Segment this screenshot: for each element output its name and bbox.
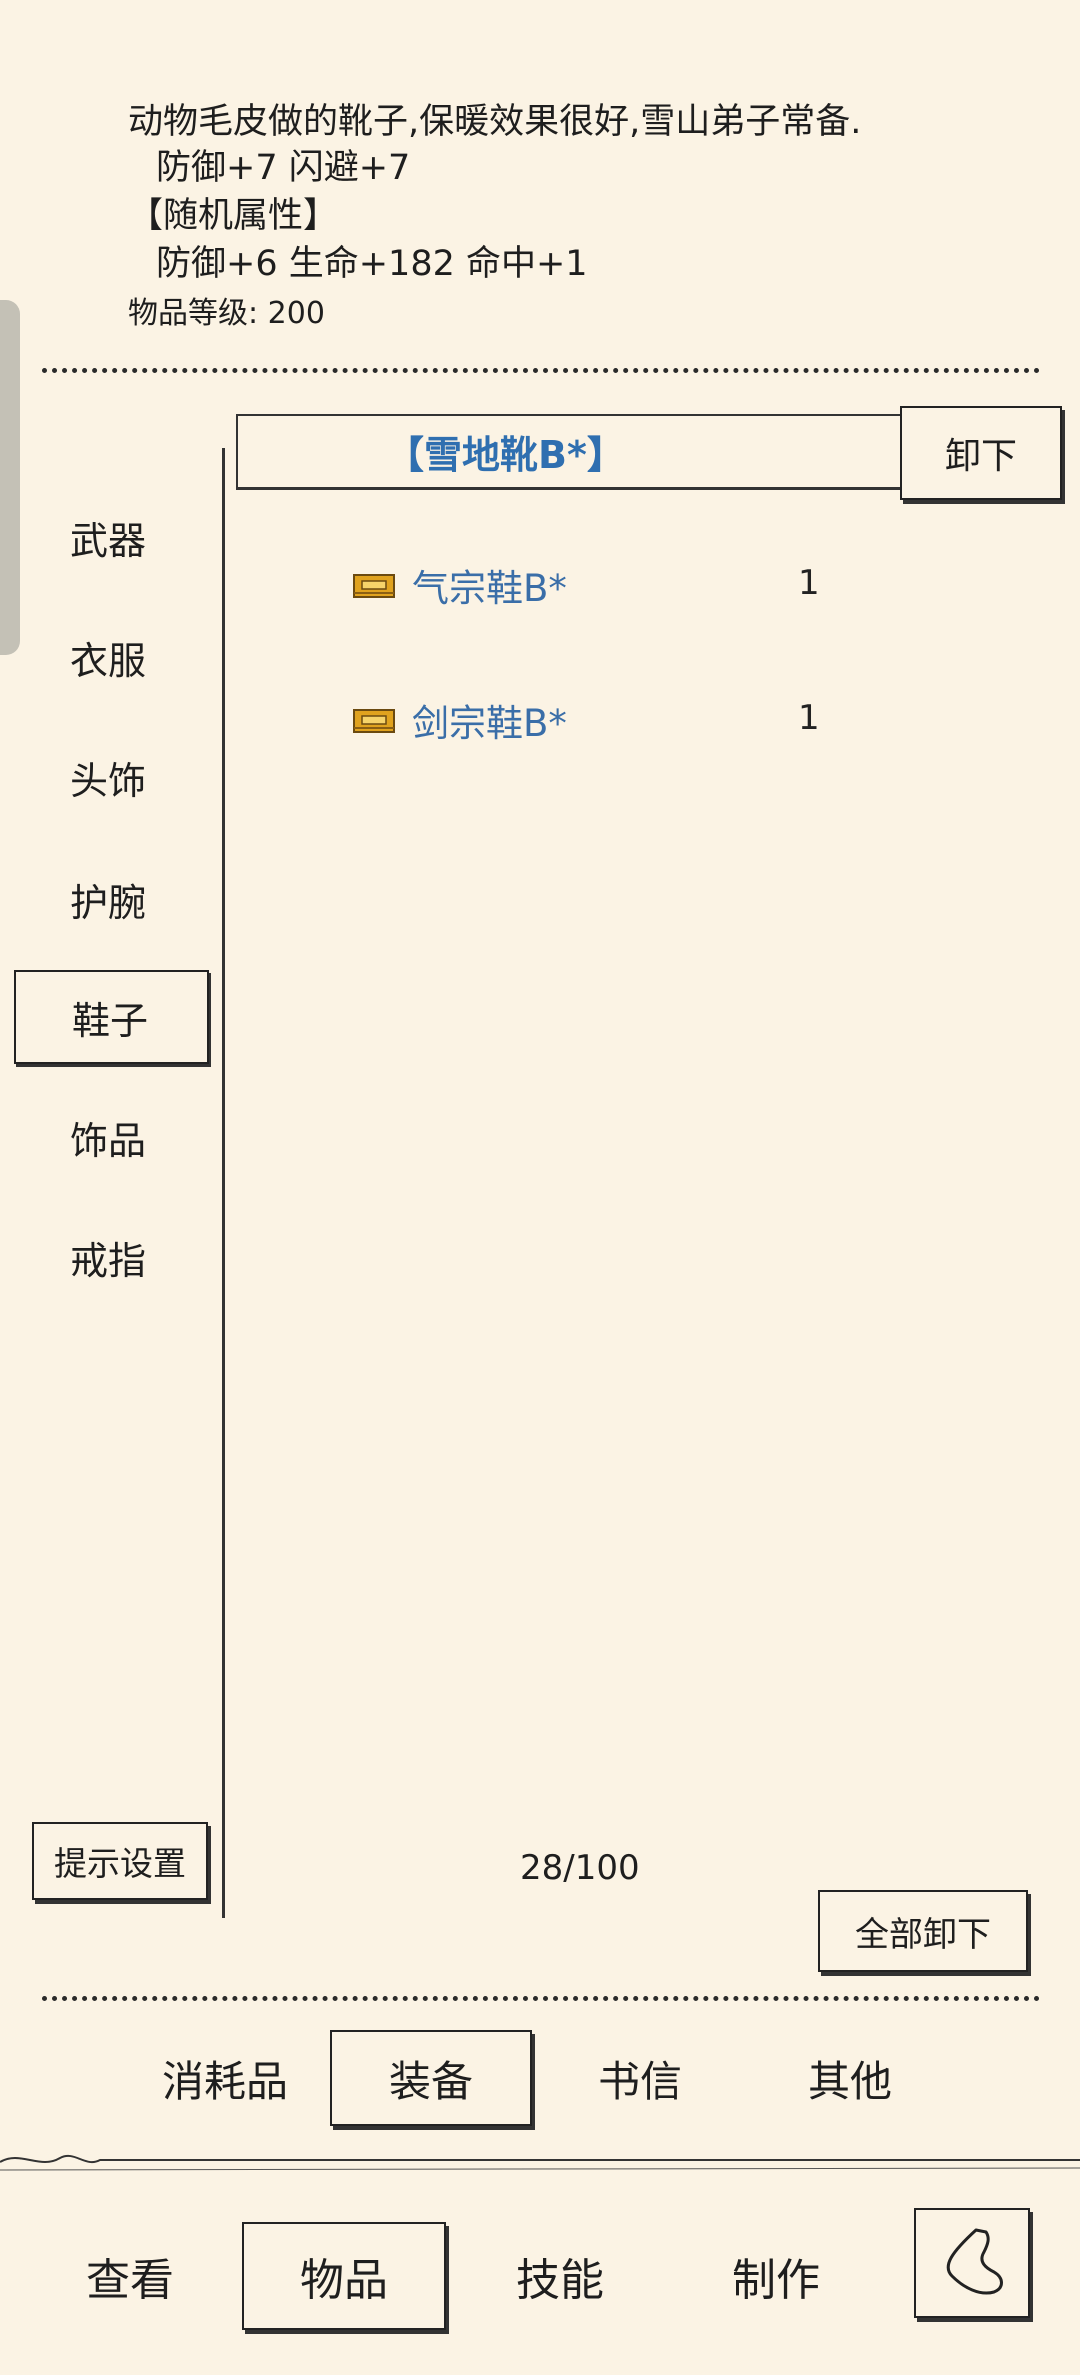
tab-letters[interactable]: 书信	[550, 2030, 730, 2126]
inventory-capacity: 28/100	[520, 1848, 640, 1888]
unequip-all-button[interactable]: 全部卸下	[818, 1890, 1028, 1972]
category-headwear[interactable]: 头饰	[14, 730, 209, 824]
item-quantity: 1	[798, 698, 820, 738]
equipped-item-name: 【雪地靴B*】	[386, 433, 625, 477]
item-random-stats: 防御+6 生命+182 命中+1	[156, 244, 588, 284]
tab-craft[interactable]: 制作	[686, 2222, 866, 2330]
boot-icon	[353, 574, 395, 598]
edge-drawer-handle[interactable]	[0, 300, 20, 655]
item-quantity: 1	[798, 563, 820, 603]
category-bracers[interactable]: 护腕	[14, 852, 209, 946]
category-weapon[interactable]: 武器	[14, 490, 209, 584]
tab-view[interactable]: 查看	[40, 2222, 220, 2330]
list-item[interactable]: 剑宗鞋B*	[350, 690, 567, 750]
dotted-divider-top	[42, 368, 1040, 373]
wavy-separator	[0, 2155, 1080, 2171]
hint-settings-button[interactable]: 提示设置	[32, 1822, 208, 1900]
tab-others[interactable]: 其他	[760, 2030, 940, 2126]
dotted-divider-bottom	[42, 1996, 1040, 2001]
tab-items[interactable]: 物品	[242, 2222, 446, 2330]
back-arrow-icon	[946, 2228, 1003, 2295]
category-rings[interactable]: 戒指	[14, 1210, 209, 1304]
category-clothes[interactable]: 衣服	[14, 610, 209, 704]
random-attributes-header: 【随机属性】	[128, 196, 339, 236]
item-base-stats: 防御+7 闪避+7	[156, 148, 411, 188]
back-button[interactable]	[914, 2208, 1030, 2318]
item-description: 动物毛皮做的靴子,保暖效果很好,雪山弟子常备.	[128, 102, 862, 142]
tab-consumables[interactable]: 消耗品	[130, 2030, 320, 2126]
column-divider	[222, 448, 225, 1918]
boot-icon	[353, 709, 395, 733]
category-accessories[interactable]: 饰品	[14, 1090, 209, 1184]
item-level: 物品等级: 200	[128, 296, 325, 331]
equipped-item-slot[interactable]: 【雪地靴B*】	[236, 414, 916, 490]
category-shoes[interactable]: 鞋子	[14, 970, 209, 1064]
item-name: 气宗鞋B*	[412, 567, 567, 610]
tab-equipment[interactable]: 装备	[330, 2030, 532, 2126]
item-name: 剑宗鞋B*	[412, 702, 567, 745]
list-item[interactable]: 气宗鞋B*	[350, 555, 567, 615]
unequip-button[interactable]: 卸下	[900, 406, 1062, 500]
tab-skills[interactable]: 技能	[470, 2222, 650, 2330]
